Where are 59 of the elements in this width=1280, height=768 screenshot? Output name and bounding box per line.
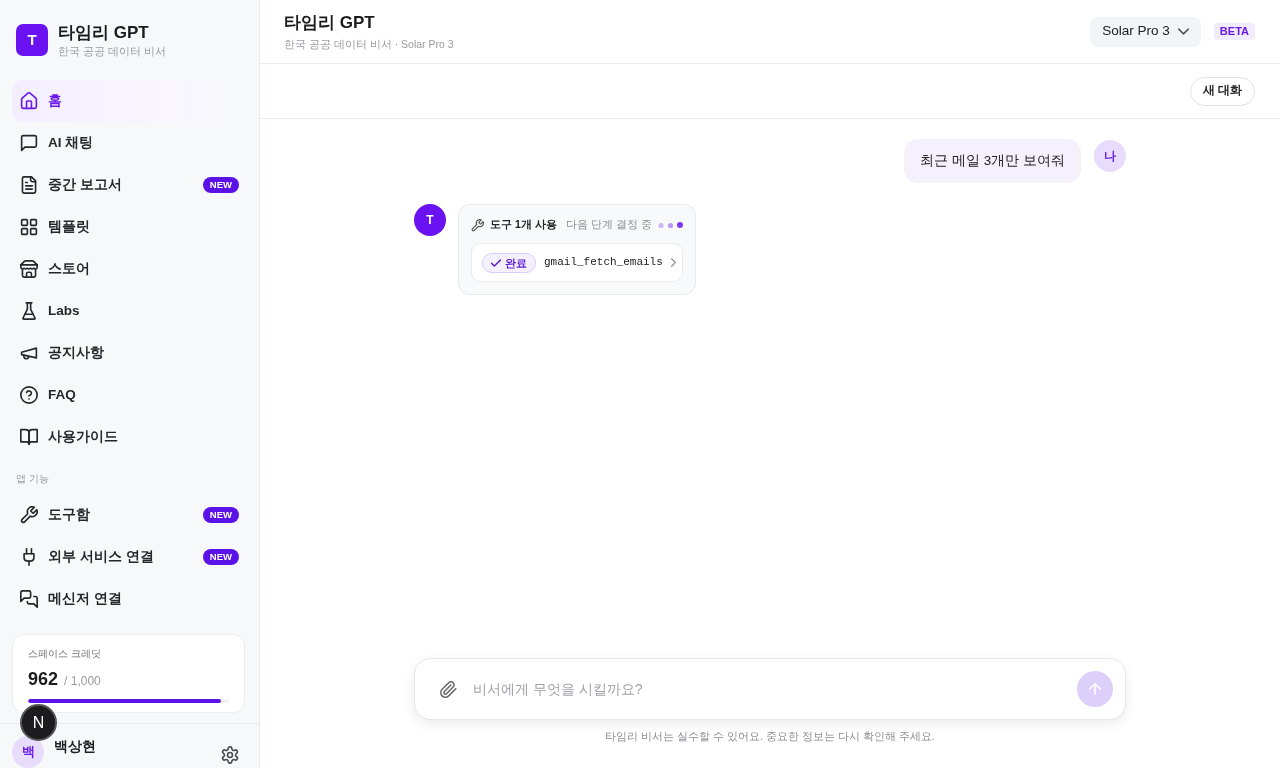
sidebar-item[interactable]: 도구함 NEW — [12, 494, 248, 536]
tool-use-status: 다음 단계 결정 중 — [566, 217, 652, 233]
chat-bubbles-icon — [20, 590, 38, 608]
sidebar-item[interactable]: 중간 보고서 NEW — [12, 164, 248, 206]
assistant-avatar: T — [414, 204, 446, 236]
wrench-icon — [471, 218, 484, 232]
settings-button[interactable] — [221, 746, 239, 764]
credit-title: 스페이스 크레딧 — [28, 647, 102, 661]
user-message: 최근 메일 3개만 보여줘 — [904, 139, 1081, 183]
sidebar-item[interactable]: 외부 서비스 연결 NEW — [12, 536, 248, 578]
grid-icon — [20, 218, 38, 236]
attach-button[interactable] — [440, 680, 457, 698]
loading-dots-icon — [658, 221, 683, 229]
help-icon — [20, 386, 38, 404]
new-badge: NEW — [202, 549, 239, 565]
logo-icon: T — [16, 24, 48, 56]
page-subtitle: 한국 공공 데이터 비서 · Solar Pro 3 — [284, 36, 454, 52]
sidebar-item[interactable]: 사용가이드 — [12, 416, 248, 458]
paperclip-icon — [440, 680, 457, 698]
chevron-right-icon — [670, 258, 676, 267]
status-badge: 완료 — [482, 252, 536, 273]
settings-icon — [221, 746, 239, 764]
sidebar-item[interactable]: 스토어 — [12, 248, 248, 290]
composer-field[interactable]: 비서에게 무엇을 시킬까요? — [414, 658, 1126, 720]
sidebar-item[interactable]: FAQ — [12, 374, 248, 416]
model-select[interactable]: Solar Pro 3 — [1090, 16, 1201, 47]
new-badge: NEW — [202, 177, 239, 193]
app-title: 타임리 GPT — [58, 23, 150, 43]
user-name: 백상현 — [54, 738, 96, 756]
section-label: 앱 기능 — [15, 472, 50, 486]
tool-name: gmail_fetch_emails — [544, 255, 663, 271]
user-avatar: 나 — [1094, 140, 1126, 172]
message-input[interactable]: 비서에게 무엇을 시킬까요? — [471, 674, 1063, 704]
wrench-icon — [20, 506, 38, 524]
new-badge: NEW — [202, 507, 239, 523]
chat-bubble-icon — [20, 134, 38, 152]
beta-badge: BETA — [1213, 23, 1255, 40]
sidebar-item[interactable]: Labs — [12, 290, 248, 332]
credit-value: 962 — [28, 668, 59, 691]
credit-total: / 1,000 — [64, 673, 101, 690]
disclaimer-text: 타임리 비서는 실수할 수 있어요. 중요한 정보는 다시 확인해 주세요. — [605, 729, 935, 744]
megaphone-icon — [20, 344, 38, 362]
flask-icon — [20, 302, 38, 320]
new-chat-button[interactable]: 새 대화 — [1189, 76, 1255, 106]
app-subtitle: 한국 공공 데이터 비서 — [58, 44, 167, 59]
sidebar-item[interactable]: 공지사항 — [12, 332, 248, 374]
page-title: 타임리 GPT — [284, 11, 376, 34]
home-icon — [20, 92, 38, 110]
sidebar-item[interactable]: 템플릿 — [12, 206, 248, 248]
tool-call-row[interactable]: 완료 gmail_fetch_emails — [471, 243, 683, 282]
user-avatar: 백 — [12, 736, 44, 768]
tool-use-title: 도구 1개 사용 — [490, 217, 557, 233]
chevron-down-icon — [1177, 28, 1189, 35]
document-icon — [20, 176, 38, 194]
book-icon — [20, 428, 38, 446]
sidebar-item[interactable]: AI 채팅 — [12, 122, 248, 164]
store-icon — [20, 260, 38, 278]
plug-icon — [20, 548, 38, 566]
sidebar-item[interactable]: 메신저 연결 — [12, 578, 248, 620]
